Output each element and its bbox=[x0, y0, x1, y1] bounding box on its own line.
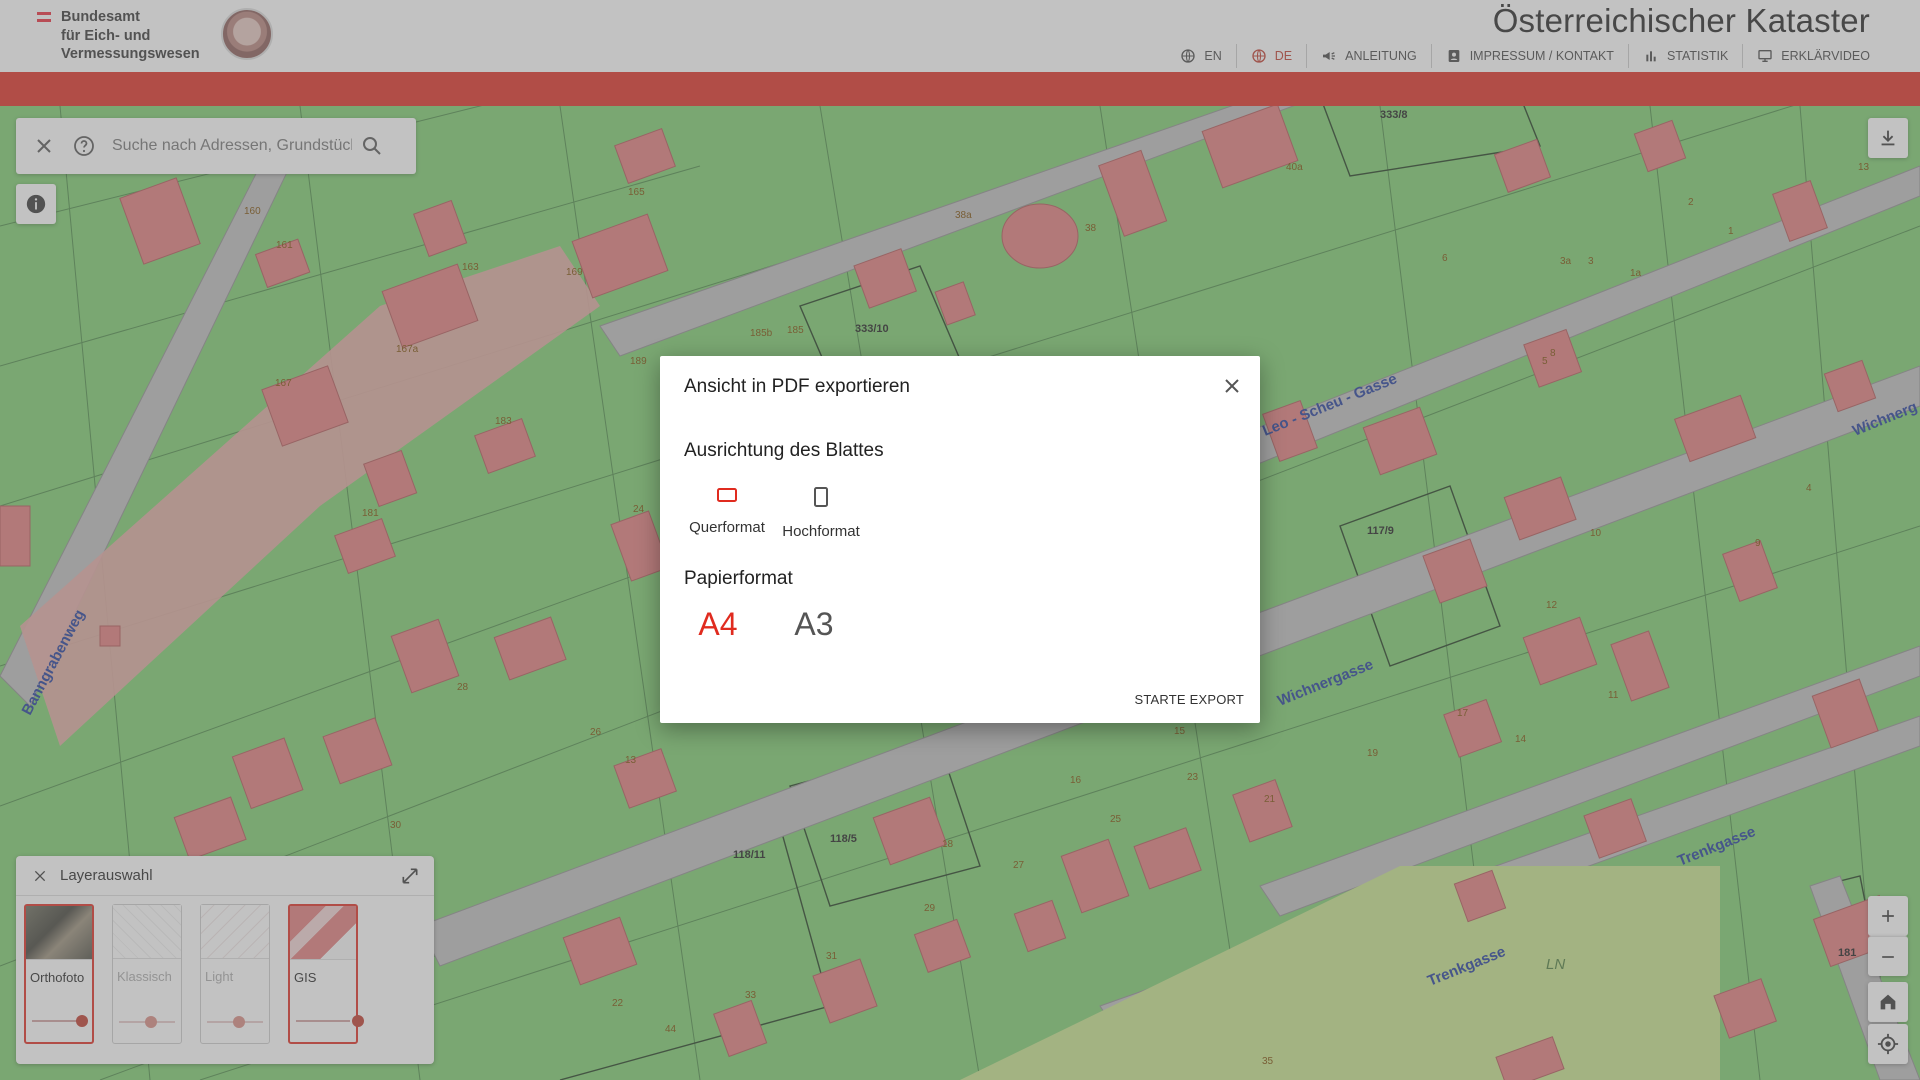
orientation-heading: Ausrichtung des Blattes bbox=[684, 440, 884, 461]
paper-a3-option[interactable]: A3 bbox=[774, 606, 854, 643]
orientation-landscape-option[interactable]: Querformat bbox=[682, 486, 772, 536]
landscape-icon bbox=[717, 488, 737, 502]
paper-a4-option[interactable]: A4 bbox=[678, 606, 758, 643]
paper-format-heading: Papierformat bbox=[684, 568, 793, 589]
portrait-icon bbox=[814, 487, 828, 507]
orientation-portrait-option[interactable]: Hochformat bbox=[776, 486, 866, 540]
orientation-label: Querformat bbox=[689, 519, 765, 536]
pdf-export-dialog: Ansicht in PDF exportieren Ausrichtung d… bbox=[660, 356, 1260, 723]
app-root: Bundesamt für Eich- und Vermessungswesen… bbox=[0, 0, 1920, 1080]
orientation-label: Hochformat bbox=[782, 523, 860, 540]
close-icon[interactable] bbox=[1220, 374, 1244, 398]
dialog-title: Ansicht in PDF exportieren bbox=[684, 376, 910, 397]
start-export-button[interactable]: STARTE EXPORT bbox=[1134, 692, 1244, 707]
